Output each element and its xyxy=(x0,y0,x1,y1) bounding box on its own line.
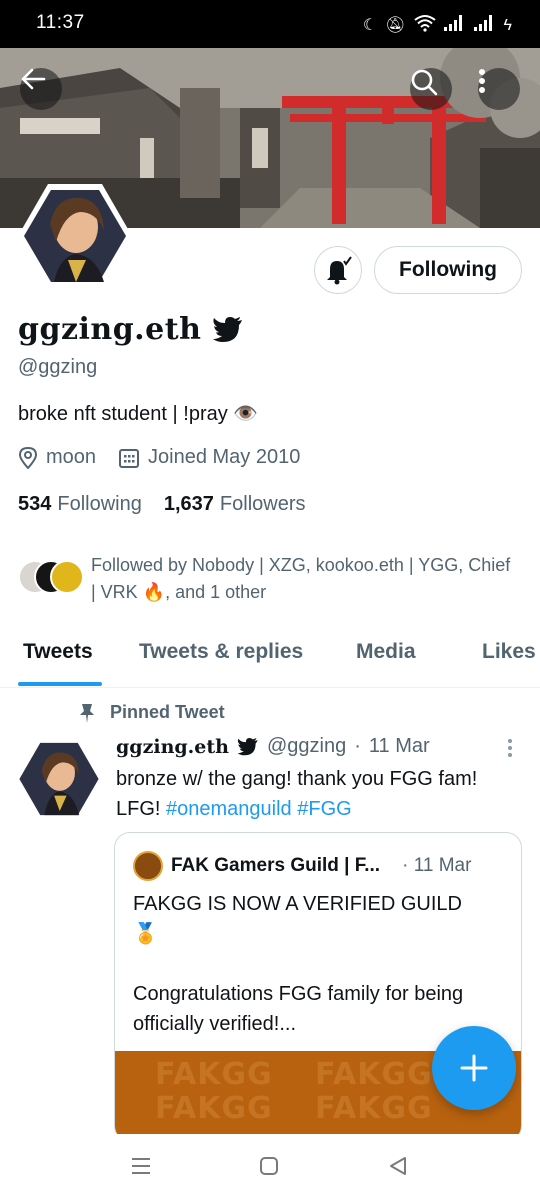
following-stat[interactable]: 534 Following xyxy=(18,493,142,516)
more-button[interactable] xyxy=(478,68,520,110)
status-bar: 11:37 ☾ 🔕︎ ϟ xyxy=(0,0,540,48)
tab-tweets[interactable]: Tweets xyxy=(23,640,93,664)
avatar-hexagon xyxy=(19,742,99,816)
following-label: Following xyxy=(57,493,142,515)
tweet-separator: · xyxy=(354,735,361,757)
image-watermark: FAKGG xyxy=(315,1057,433,1092)
tab-likes[interactable]: Likes xyxy=(482,640,536,664)
image-watermark: FAKGG xyxy=(155,1091,273,1126)
avatar xyxy=(50,560,84,594)
mute-icon: 🔕︎ xyxy=(385,17,406,34)
location-item: moon xyxy=(18,446,96,469)
status-icons: ☾ 🔕︎ ϟ xyxy=(363,14,512,38)
pinned-text: Pinned Tweet xyxy=(110,702,225,722)
pin-icon xyxy=(80,703,94,723)
tweet-more-icon[interactable] xyxy=(506,738,514,758)
tweet-author-name[interactable]: ggzing.eth xyxy=(116,736,229,758)
signal-icon-2 xyxy=(473,15,496,37)
quoted-line-1: FAKGG IS NOW A VERIFIED GUILD xyxy=(133,893,462,915)
following-button[interactable]: Following xyxy=(374,246,522,294)
tweet-hashtags[interactable]: #onemanguild #FGG xyxy=(166,798,352,820)
avatar-hexagon xyxy=(18,184,132,288)
battery-charging-icon: ϟ xyxy=(503,17,512,34)
tweet-header: ggzing.eth @ggzing · 11 Mar xyxy=(116,735,430,758)
back-triangle-icon[interactable] xyxy=(388,1156,408,1176)
verified-bird-icon xyxy=(213,316,243,342)
quoted-author-name: FAK Gamers Guild | F... xyxy=(171,855,381,876)
followers-label: Followers xyxy=(219,493,306,515)
tweet-author-handle: @ggzing xyxy=(266,735,347,757)
followers-count: 1,637 xyxy=(163,493,214,515)
verified-bird-icon xyxy=(237,737,258,755)
active-tab-indicator xyxy=(18,682,102,686)
bell-icon xyxy=(327,256,352,285)
notifications-bell-button[interactable] xyxy=(314,246,362,294)
more-vertical-icon xyxy=(479,69,485,93)
search-button[interactable] xyxy=(410,68,452,110)
quoted-text: FAKGG IS NOW A VERIFIED GUILD 🏅 Congratu… xyxy=(133,889,513,1039)
system-nav-bar xyxy=(0,1134,540,1200)
image-watermark: FAKGG xyxy=(315,1091,433,1126)
home-square-icon[interactable] xyxy=(259,1156,279,1176)
tweet-date[interactable]: 11 Mar xyxy=(369,735,430,758)
followed-by-avatars xyxy=(18,560,88,596)
location-icon xyxy=(18,446,38,469)
joined-text: Joined May 2010 xyxy=(148,446,301,468)
status-time: 11:37 xyxy=(36,12,85,33)
calendar-icon xyxy=(119,448,140,468)
tweet-author-avatar[interactable] xyxy=(18,740,100,818)
profile-bio: broke nft student | !pray 👁️ xyxy=(18,403,259,425)
medal-icon: 🏅 xyxy=(133,923,158,945)
quoted-date: · 11 Mar xyxy=(402,855,472,876)
joined-item: Joined May 2010 xyxy=(118,446,300,469)
quoted-tweet-header: FAK Gamers Guild | F... · 11 Mar xyxy=(133,851,471,881)
signal-icon xyxy=(443,15,466,37)
back-button[interactable] xyxy=(20,68,62,110)
profile-stats: 534 Following 1,637 Followers xyxy=(18,493,306,516)
moon-icon: ☾ xyxy=(362,17,378,34)
location-text: moon xyxy=(46,446,97,468)
search-icon xyxy=(411,69,438,96)
compose-plus-icon xyxy=(460,1054,488,1082)
profile-avatar[interactable] xyxy=(16,182,134,290)
wifi-icon xyxy=(413,14,436,38)
followed-by-text: Followed by Nobody | XZG, kookoo.eth | Y… xyxy=(91,555,511,602)
tab-media[interactable]: Media xyxy=(356,640,416,664)
following-count: 534 xyxy=(18,493,52,515)
tab-tweets-replies[interactable]: Tweets & replies xyxy=(139,640,303,664)
image-watermark: FAKGG xyxy=(155,1057,273,1092)
profile-display-name: ggzing.eth xyxy=(18,312,243,347)
display-name-text: ggzing.eth xyxy=(18,312,202,347)
avatar xyxy=(133,851,163,881)
tweet-text: bronze w/ the gang! thank you FGG fam! L… xyxy=(116,764,516,824)
menu-icon[interactable] xyxy=(130,1156,152,1176)
profile-meta: moon Joined May 2010 xyxy=(18,446,322,469)
compose-tweet-button[interactable] xyxy=(432,1026,516,1110)
followers-stat[interactable]: 1,637 Followers xyxy=(164,493,306,516)
profile-tabs: Tweets Tweets & replies Media Likes xyxy=(0,628,540,688)
pinned-label: Pinned Tweet xyxy=(78,702,225,723)
back-arrow-icon xyxy=(21,68,46,90)
profile-handle: @ggzing xyxy=(18,356,98,378)
